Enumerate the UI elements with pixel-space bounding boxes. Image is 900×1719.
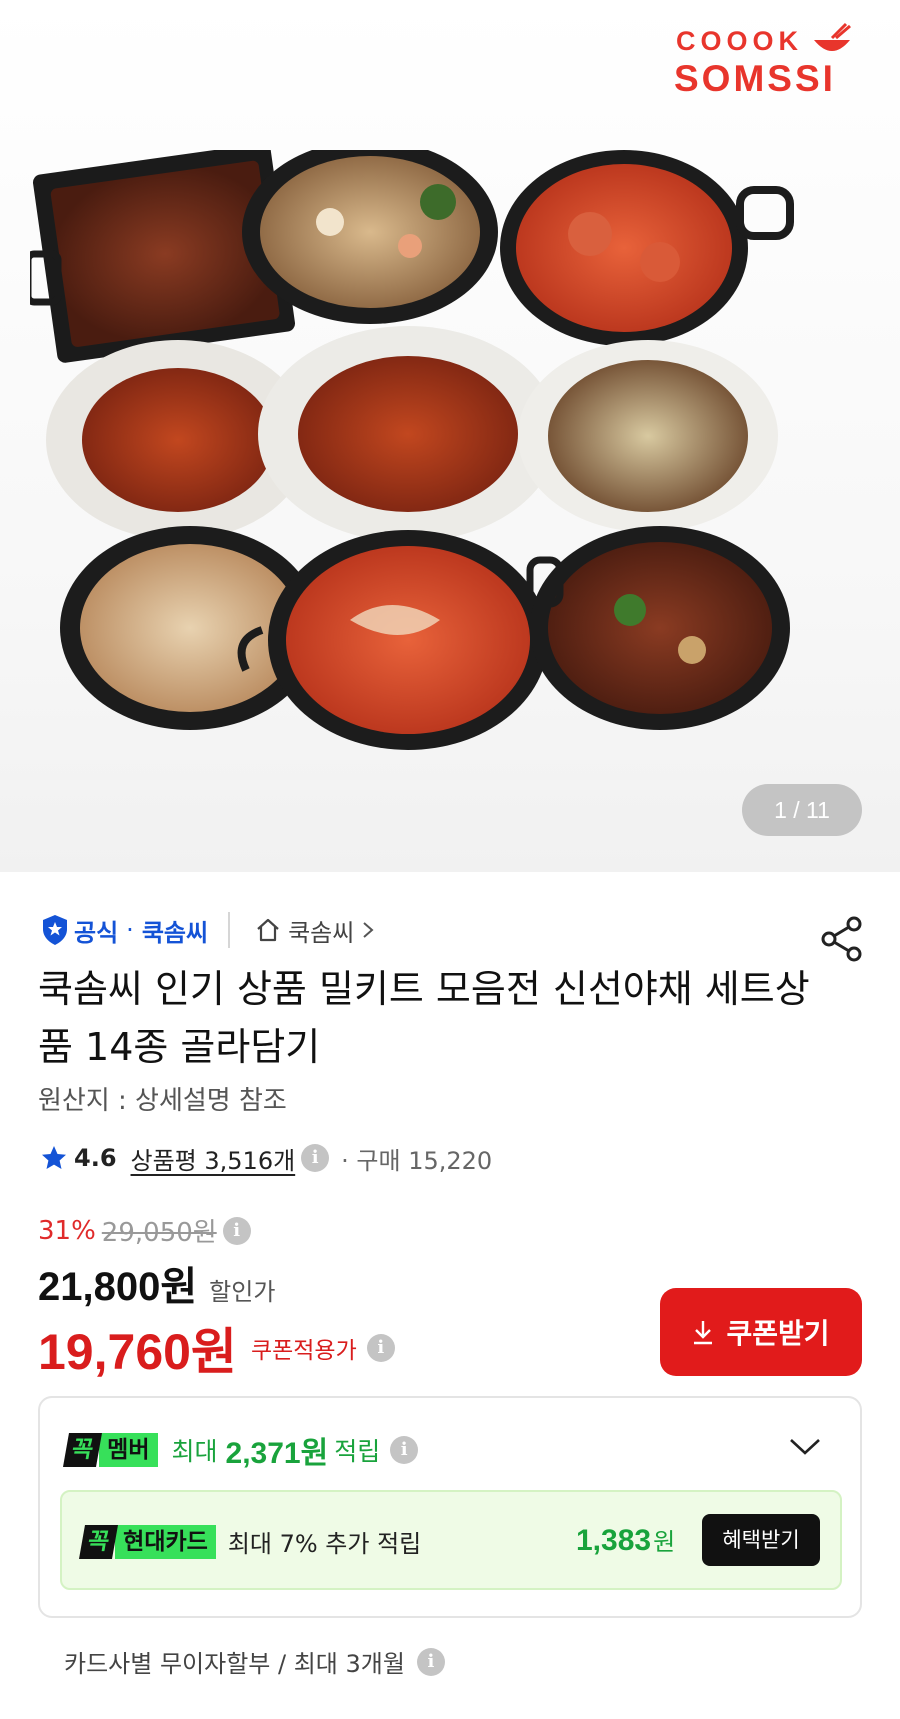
- card-reward-unit: 원: [653, 1529, 676, 1556]
- bowl-icon: [814, 22, 851, 51]
- purchase-count: · 구매 15,220: [341, 1146, 493, 1175]
- card-benefit-box: 꼭 현대카드 최대 7% 추가 적립 1,383원 혜택받기: [60, 1490, 842, 1590]
- product-image-gallery[interactable]: COOOK SOMSSI 1 / 11: [0, 0, 900, 872]
- card-tag-text: 현대카드: [115, 1524, 216, 1559]
- product-title: 쿡솜씨 인기 상품 밀키트 모음전 신선야채 세트상품 14종 골라담기: [38, 967, 810, 1069]
- brand-name-link[interactable]: 쿡솜씨: [142, 913, 208, 948]
- card-benefit-row: 꼭 현대카드 최대 7% 추가 적립: [79, 1524, 422, 1559]
- card-reward-number: 1,383: [576, 1524, 652, 1557]
- meal-kit-collection-photo: [30, 150, 794, 750]
- sale-price-label: 할인가: [209, 1278, 276, 1306]
- discount-rate: 31%: [38, 1215, 96, 1246]
- reviews-link[interactable]: 상품평 3,516개: [131, 1141, 296, 1176]
- save-label: 적립: [334, 1437, 381, 1466]
- member-tag-mark: 꼭: [63, 1433, 103, 1467]
- official-badge-icon: [43, 915, 67, 945]
- share-icon[interactable]: [820, 916, 864, 962]
- get-benefit-button[interactable]: 혜택받기: [702, 1514, 820, 1566]
- chevron-down-icon[interactable]: [788, 1436, 822, 1458]
- logo-text-top: COOOK: [676, 26, 804, 56]
- separator-dot: ·: [126, 916, 134, 944]
- member-tag-text: 멤버: [99, 1433, 158, 1467]
- installment-text: 카드사별 무이자할부 / 최대 3개월: [64, 1650, 405, 1678]
- max-reward-amount: 2,371원: [225, 1437, 329, 1470]
- seller-row: 공식 · 쿡솜씨 쿡솜씨: [40, 910, 374, 950]
- info-icon[interactable]: i: [416, 1647, 445, 1676]
- benefit-box: 꼭 멤버 최대 2,371원 적립 i 꼭 현대카드 최대 7% 추가 적립 1…: [38, 1396, 862, 1618]
- star-icon: [42, 1146, 66, 1169]
- rating-value: 4.6: [74, 1144, 117, 1172]
- max-label: 최대: [171, 1437, 218, 1466]
- installment-row: 카드사별 무이자할부 / 최대 3개월 i: [64, 1644, 445, 1679]
- official-label: 공식: [74, 918, 119, 947]
- divider: [228, 912, 231, 948]
- image-pager: 1 / 11: [742, 784, 862, 836]
- coupon-price-label: 쿠폰적용가: [250, 1338, 357, 1364]
- original-price: 29,050원: [101, 1218, 217, 1248]
- card-tag: 꼭 현대카드: [79, 1524, 216, 1559]
- get-coupon-button[interactable]: 쿠폰받기: [660, 1288, 862, 1376]
- info-icon[interactable]: i: [390, 1436, 419, 1464]
- sale-price: 21,800원: [38, 1265, 198, 1309]
- download-icon: [694, 1321, 713, 1345]
- rating-row: 4.6 상품평 3,516개 i · 구매 15,220: [40, 1138, 492, 1178]
- card-benefit-text: 최대 7% 추가 적립: [227, 1530, 422, 1558]
- brand-logo: COOOK SOMSSI: [672, 18, 872, 99]
- sale-price-row: 21,800원 할인가: [38, 1254, 275, 1312]
- chevron-right-icon: [363, 922, 374, 938]
- info-icon[interactable]: i: [366, 1334, 395, 1362]
- member-benefit-row[interactable]: 꼭 멤버 최대 2,371원 적립 i: [63, 1428, 419, 1472]
- info-icon[interactable]: i: [301, 1144, 330, 1172]
- get-coupon-label: 쿠폰받기: [726, 1317, 830, 1350]
- card-tag-mark: 꼭: [79, 1524, 119, 1559]
- logo-text-bottom: SOMSSI: [674, 58, 836, 99]
- store-link[interactable]: 쿡솜씨: [254, 913, 374, 948]
- coupon-price: 19,760원: [38, 1324, 237, 1380]
- info-icon[interactable]: i: [222, 1216, 251, 1245]
- discount-row: 31% 29,050원 i: [38, 1212, 251, 1249]
- origin-info: 원산지 : 상세설명 참조: [38, 1086, 287, 1116]
- store-link-label: 쿡솜씨: [288, 918, 355, 947]
- home-icon: [257, 918, 279, 942]
- member-tag: 꼭 멤버: [63, 1433, 158, 1467]
- card-reward-amount: 1,383원: [576, 1522, 675, 1558]
- coupon-price-row: 19,760원 쿠폰적용가 i: [38, 1312, 395, 1384]
